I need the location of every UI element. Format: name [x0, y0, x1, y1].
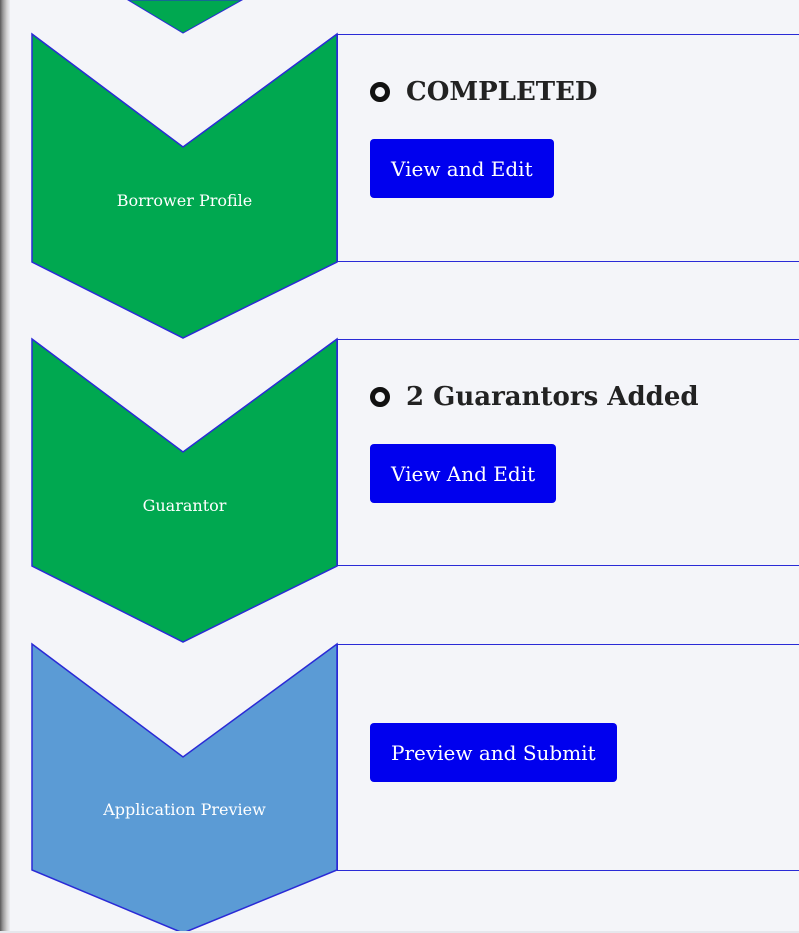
step-status: COMPLETED [370, 77, 597, 107]
step-label-borrower-profile: Borrower Profile [116, 191, 253, 210]
step-panel-borrower-profile: COMPLETED View and Edit [337, 34, 799, 262]
step-panel-application-preview: Preview and Submit [337, 644, 799, 871]
step-chevron-guarantor [31, 337, 338, 643]
previous-step-chevron [127, 0, 244, 34]
step-panel-guarantor: 2 Guarantors Added View And Edit [337, 339, 799, 566]
step-chevron-application-preview [31, 642, 338, 933]
status-bullet-icon [370, 82, 390, 102]
step-chevron-borrower-profile [31, 32, 338, 339]
status-bullet-icon [370, 387, 390, 407]
status-text: 2 Guarantors Added [406, 382, 699, 412]
status-text: COMPLETED [406, 77, 598, 107]
step-status: 2 Guarantors Added [370, 382, 699, 412]
step-label-application-preview: Application Preview [103, 800, 266, 819]
view-and-edit-button[interactable]: View and Edit [370, 139, 554, 198]
step-label-guarantor: Guarantor [142, 496, 227, 515]
preview-and-submit-button[interactable]: Preview and Submit [370, 723, 617, 782]
view-and-edit-guarantors-button[interactable]: View And Edit [370, 444, 557, 503]
